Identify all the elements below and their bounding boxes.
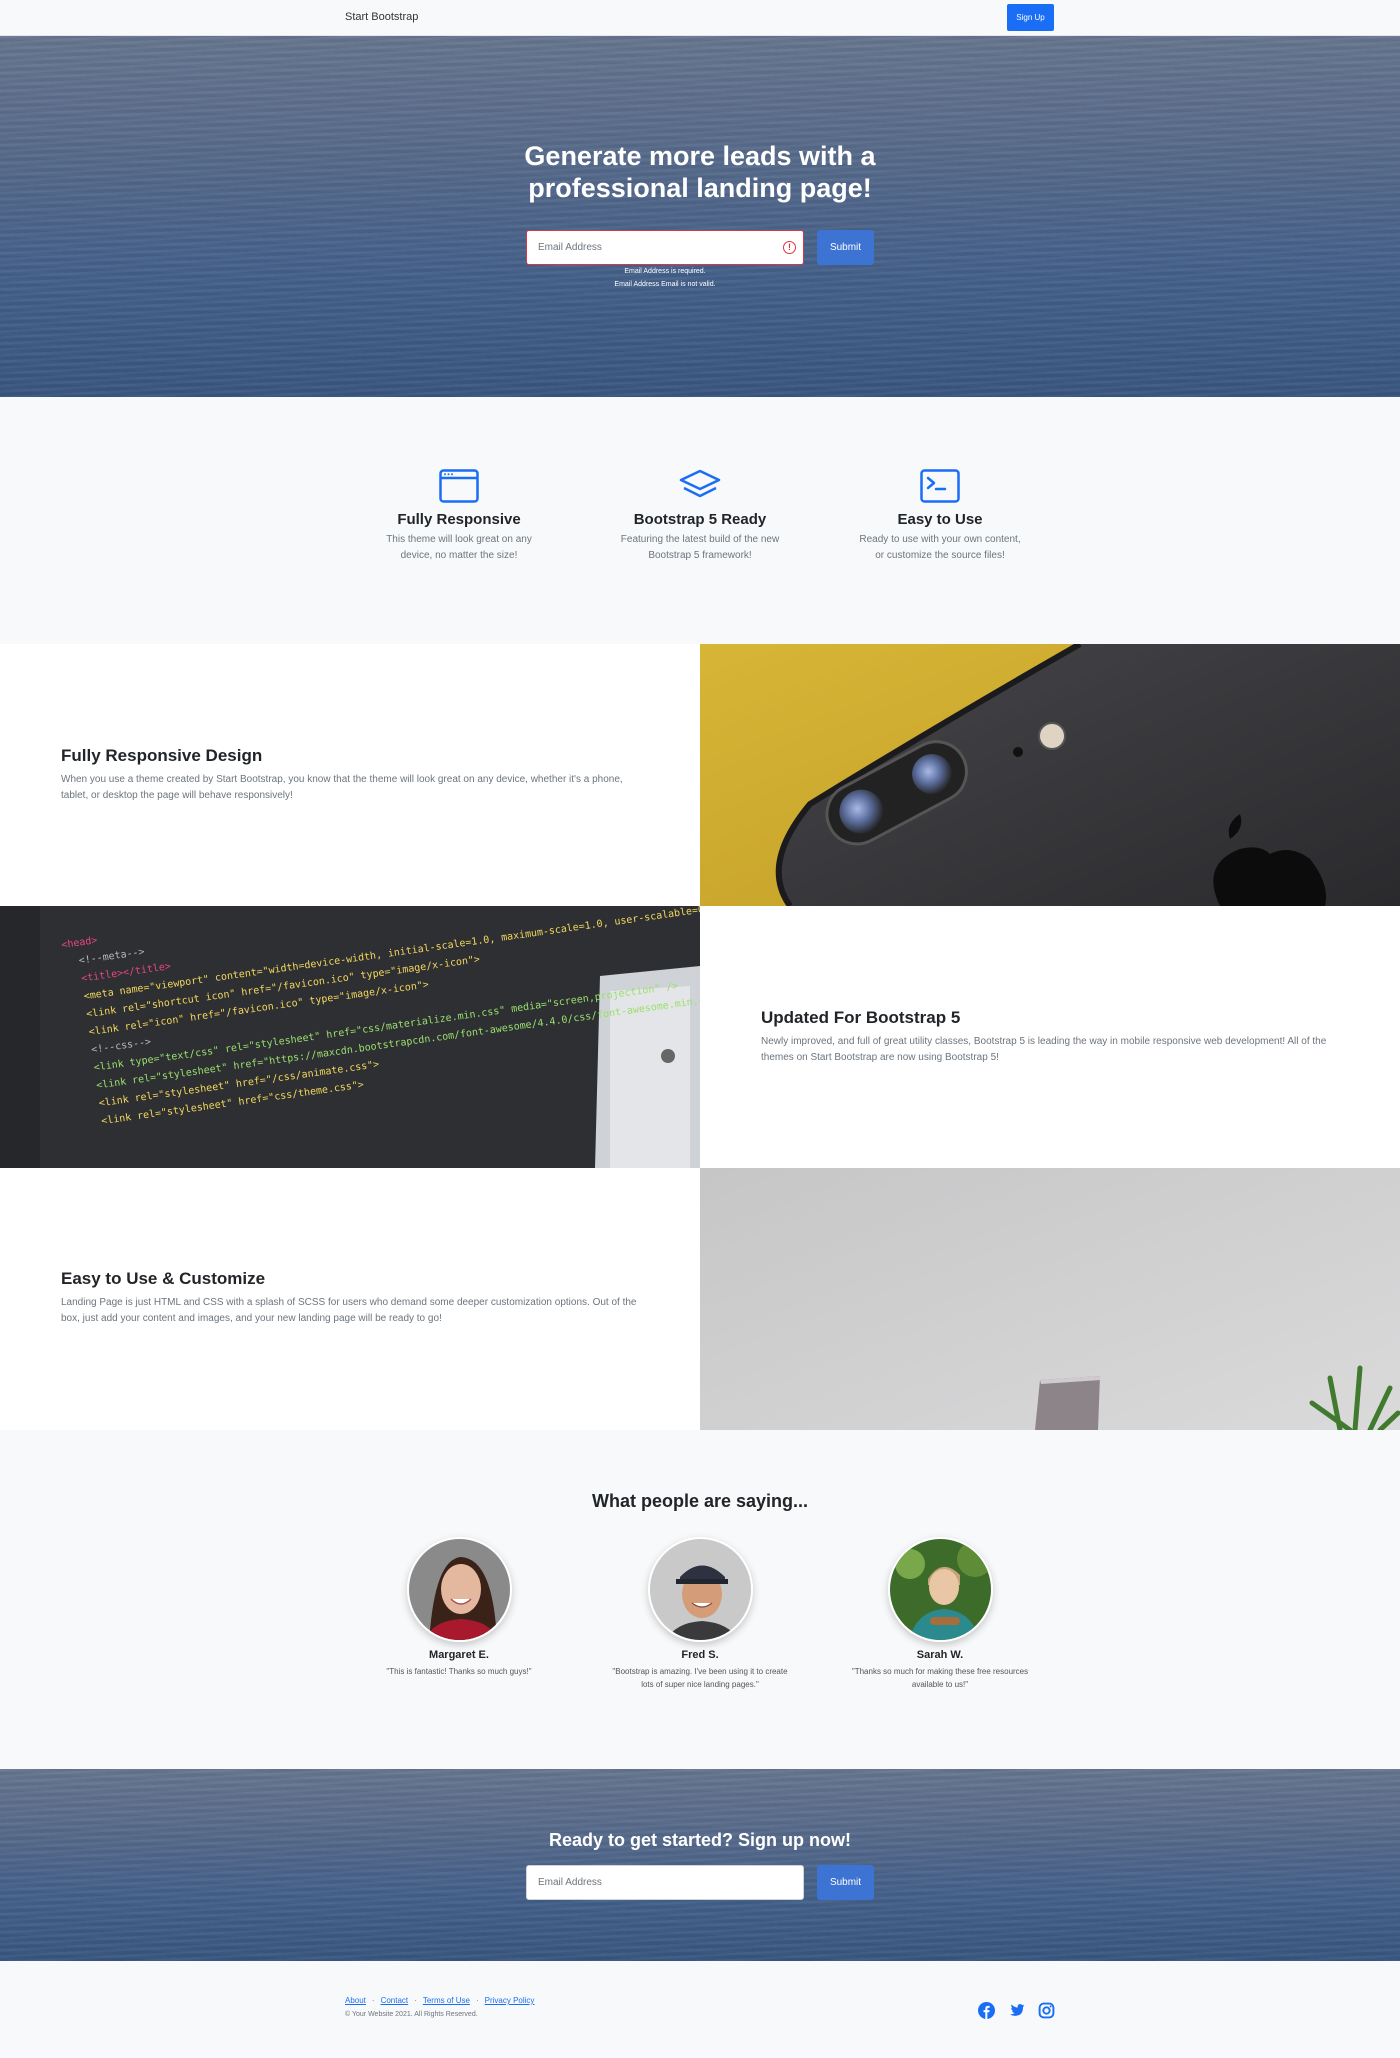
testimonial-fred: Fred S. "Bootstrap is amazing. I've been… [610, 1537, 790, 1691]
error-invalid-message: Email Address Email is not valid. [614, 281, 716, 288]
showcase-title: Updated For Bootstrap 5 [761, 1008, 961, 1027]
feature-fully-responsive: Fully Responsive This theme will look gr… [339, 469, 579, 564]
footer-links: About · Contact · Terms of Use · Privacy… [345, 1996, 534, 2005]
testimonial-quote: "Thanks so much for making these free re… [851, 1667, 1029, 1689]
separator: · [414, 1996, 417, 2005]
features-section: Fully Responsive This theme will look gr… [0, 397, 1400, 644]
hero-title: Generate more leads with a professional l… [524, 141, 876, 203]
window-icon [439, 469, 479, 503]
testimonial-sarah: Sarah W. "Thanks so much for making thes… [850, 1537, 1030, 1691]
showcase-title: Easy to Use & Customize [61, 1269, 266, 1288]
desk-image [700, 1168, 1400, 1430]
instagram-icon[interactable] [1038, 2002, 1055, 2019]
hero-email-input[interactable]: Email Address ! [526, 230, 804, 265]
footer-link-about[interactable]: About [345, 1996, 366, 2005]
avatar [887, 1537, 993, 1642]
showcase-text: Updated For Bootstrap 5 Newly improved, … [700, 906, 1400, 1168]
separator: · [371, 1996, 375, 2005]
footer: About · Contact · Terms of Use · Privacy… [0, 1961, 1400, 2058]
cta-submit-button[interactable]: Submit [817, 1865, 874, 1900]
navbar: Start Bootstrap Sign Up [0, 0, 1400, 36]
copyright: © Your Website 2021. All Rights Reserved… [345, 2011, 478, 2018]
showcase-body: Landing Page is just HTML and CSS with a… [61, 1297, 637, 1324]
testimonial-margaret: Margaret E. "This is fantastic! Thanks s… [369, 1537, 549, 1678]
showcase-row-2: <head> <!--meta--> <title></title> <meta… [0, 906, 1400, 1168]
showcase-body: Newly improved, and full of great utilit… [761, 1036, 1327, 1063]
testimonial-quote: "This is fantastic! Thanks so much guys!… [386, 1667, 532, 1676]
testimonial-quote: "Bootstrap is amazing. I've been using i… [612, 1667, 788, 1689]
terminal-icon [920, 469, 960, 503]
feature-title: Bootstrap 5 Ready [633, 511, 767, 528]
error-required-message: Email Address is required. [624, 268, 706, 275]
showcase-row-1: Fully Responsive Design When you use a t… [0, 644, 1400, 906]
feature-easy-to-use: Easy to Use Ready to use with your own c… [820, 469, 1060, 564]
testimonials-section: What people are saying... Margaret E. "T… [0, 1430, 1400, 1769]
testimonial-name: Margaret E. [429, 1649, 489, 1661]
showcase-body: When you use a theme created by Start Bo… [61, 774, 623, 801]
testimonial-name: Fred S. [681, 1649, 719, 1661]
showcase-row-3: Easy to Use & Customize Landing Page is … [0, 1168, 1400, 1430]
signup-button[interactable]: Sign Up [1007, 4, 1054, 31]
cta-email-input[interactable]: Email Address [526, 1865, 804, 1900]
feature-text: Ready to use with your own content, or cu… [859, 534, 1021, 561]
separator: · [475, 1996, 479, 2005]
hero-submit-button[interactable]: Submit [817, 230, 874, 265]
testimonials-title: What people are saying... [591, 1491, 809, 1511]
footer-link-privacy[interactable]: Privacy Policy [485, 1996, 535, 2005]
avatar [647, 1537, 753, 1642]
phone-image [700, 644, 1400, 906]
layers-icon [679, 469, 721, 498]
footer-link-terms[interactable]: Terms of Use [423, 1996, 470, 2005]
feature-text: Featuring the latest build of the new Boo… [620, 534, 780, 561]
feature-title: Fully Responsive [397, 511, 521, 528]
avatar [406, 1537, 512, 1642]
brand-link[interactable]: Start Bootstrap [345, 11, 418, 23]
showcase-text: Easy to Use & Customize Landing Page is … [0, 1168, 700, 1430]
feature-bootstrap-ready: Bootstrap 5 Ready Featuring the latest b… [580, 469, 820, 564]
error-icon: ! [783, 241, 796, 254]
call-to-action-section: Ready to get started? Sign up now! Email… [0, 1769, 1400, 1961]
twitter-icon[interactable] [1008, 2002, 1025, 2019]
cta-title: Ready to get started? Sign up now! [548, 1830, 851, 1850]
feature-text: This theme will look great on any device,… [386, 534, 532, 561]
code-image: <head> <!--meta--> <title></title> <meta… [0, 906, 700, 1168]
testimonial-name: Sarah W. [916, 1649, 964, 1661]
hero-section: Generate more leads with a professional l… [0, 36, 1400, 397]
facebook-icon[interactable] [978, 2002, 995, 2019]
footer-link-contact[interactable]: Contact [381, 1996, 409, 2005]
feature-title: Easy to Use [897, 511, 983, 528]
showcase-text: Fully Responsive Design When you use a t… [0, 644, 700, 906]
showcase-title: Fully Responsive Design [61, 746, 263, 765]
